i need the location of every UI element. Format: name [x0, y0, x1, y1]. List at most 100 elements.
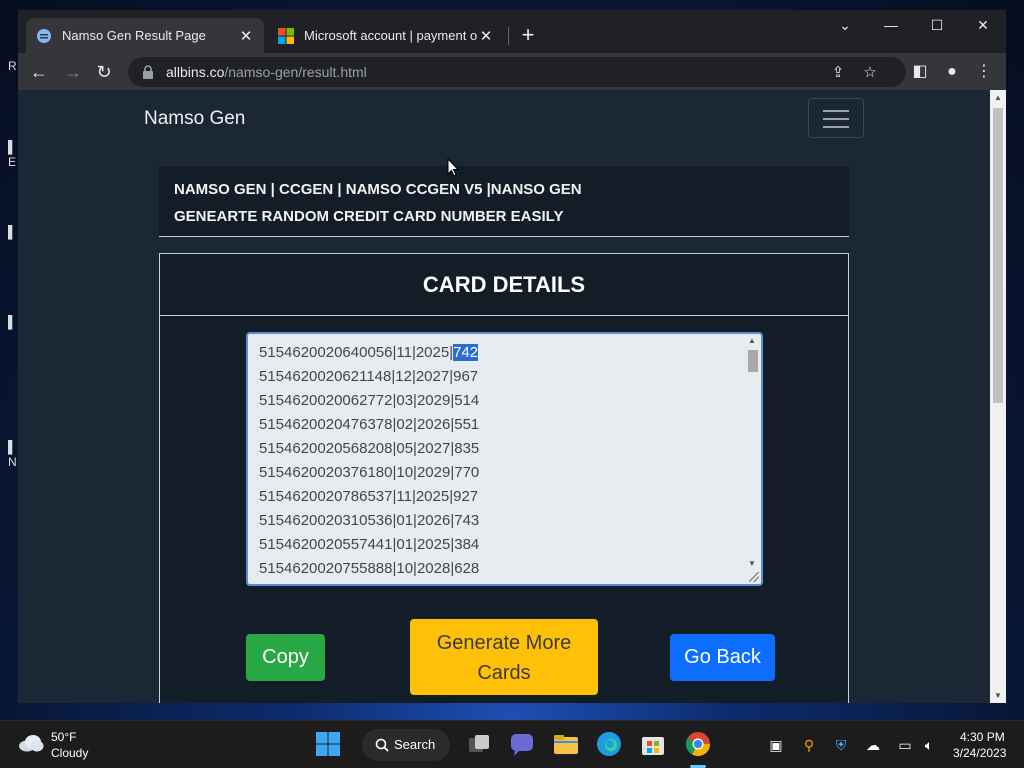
card-cvv-text: 514: [454, 392, 480, 409]
security-shield-icon[interactable]: ⛨: [831, 735, 851, 755]
tab-microsoft-account[interactable]: Microsoft account | payment opt ✕: [268, 18, 504, 53]
volume-icon[interactable]: 🔈︎: [919, 735, 939, 755]
search-magnifier-tray-icon[interactable]: ⚲: [799, 735, 819, 755]
card-cvv-text: 628: [454, 560, 480, 577]
scroll-up-arrow-icon[interactable]: ▲: [748, 336, 756, 345]
card-number-text: 5154620020062772|03|2029|: [259, 392, 455, 409]
minimize-button[interactable]: —: [868, 10, 914, 42]
card-cvv-text: 927: [453, 488, 479, 505]
forward-arrow-icon[interactable]: →: [60, 59, 86, 85]
card-line: 5154620020557441|01|2025|384: [259, 533, 479, 557]
card-cvv-text: 742: [453, 344, 479, 361]
page-scrollbar[interactable]: ▲ ▼: [990, 90, 1006, 703]
desktop-icons-strip: R ▌ E ▌ ▌ ▌ N: [8, 59, 17, 469]
card-cvv-text: 743: [454, 512, 480, 529]
tab-strip: Namso Gen Result Page ✕ Microsoft accoun…: [18, 10, 1006, 53]
back-arrow-icon[interactable]: ←: [26, 59, 52, 85]
card-line: 5154620020621148|12|2027|967: [259, 365, 479, 389]
card-line: 5154620020062772|03|2029|514: [259, 389, 479, 413]
resize-grip-icon[interactable]: [749, 572, 759, 582]
chat-icon[interactable]: [507, 729, 537, 759]
info-banner: NAMSO GEN | CCGEN | NAMSO CCGEN V5 |NANS…: [159, 166, 849, 237]
new-tab-button[interactable]: +: [514, 22, 542, 50]
page-scroll-thumb[interactable]: [993, 108, 1003, 403]
card-details-title: CARD DETAILS: [160, 254, 848, 316]
generate-label-line1: Generate More: [436, 632, 572, 654]
card-line: 5154620020310536|01|2026|743: [259, 509, 479, 533]
cloud-weather-icon[interactable]: [18, 734, 44, 752]
scroll-thumb[interactable]: [748, 350, 758, 372]
textarea-scrollbar[interactable]: ▲ ▼: [745, 334, 761, 584]
web-page: Namso Gen NAMSO GEN | CCGEN | NAMSO CCGE…: [18, 90, 990, 703]
onedrive-cloud-icon[interactable]: ☁: [863, 735, 883, 755]
go-back-button[interactable]: Go Back: [670, 634, 775, 681]
weather-temperature[interactable]: 50°F: [51, 730, 76, 744]
tab-search-chevron-icon[interactable]: ⌄: [822, 10, 868, 42]
generate-more-button[interactable]: Generate More Cards: [410, 619, 598, 695]
card-cvv-text: 967: [453, 368, 479, 385]
clock-time[interactable]: 4:30 PM: [960, 730, 1005, 744]
info-line-2: GENEARTE RANDOM CREDIT CARD NUMBER EASIL…: [174, 208, 564, 225]
windows-start-icon[interactable]: [313, 729, 343, 759]
tab-namso-gen[interactable]: Namso Gen Result Page ✕: [26, 18, 264, 53]
card-details-panel: CARD DETAILS 5154620020640056|11|2025|74…: [159, 253, 849, 703]
url-path: /namso-gen/result.html: [224, 64, 367, 80]
hamburger-menu-button[interactable]: [808, 98, 864, 138]
card-number-text: 5154620020376180|10|2029|: [259, 464, 455, 481]
chrome-icon[interactable]: [683, 729, 713, 759]
tab-divider: [508, 27, 509, 45]
scroll-down-arrow-icon[interactable]: ▼: [748, 559, 756, 568]
tab-title: Namso Gen Result Page: [62, 28, 206, 43]
copy-button[interactable]: Copy: [246, 634, 325, 681]
clock-date[interactable]: 3/24/2023: [953, 746, 1006, 760]
mouse-cursor-icon: [447, 158, 459, 177]
info-line-1: NAMSO GEN | CCGEN | NAMSO CCGEN V5 |NANS…: [174, 181, 582, 198]
card-number-text: 5154620020621148|12|2027|: [259, 368, 454, 385]
windows-taskbar: 50°F Cloudy Search ▣ ⚲ ⛨ ☁ ▭ 🔈︎ 4:30 PM …: [0, 720, 1024, 768]
more-menu-icon[interactable]: ⋮: [973, 61, 995, 83]
file-explorer-icon[interactable]: [551, 729, 581, 759]
star-bookmark-icon[interactable]: ☆: [860, 63, 880, 83]
tab-title: Microsoft account | payment opt: [304, 28, 478, 43]
weather-condition[interactable]: Cloudy: [51, 746, 88, 760]
address-bar[interactable]: allbins.co/namso-gen/result.html ⇪ ☆: [128, 57, 906, 87]
network-icon[interactable]: ▭: [895, 735, 915, 755]
card-line: 5154620020568208|05|2027|835: [259, 437, 479, 461]
microsoft-logo-icon: [278, 27, 294, 44]
card-number-text: 5154620020786537|11|2025|: [259, 488, 454, 505]
page-scroll-up-icon[interactable]: ▲: [993, 93, 1003, 102]
card-number-text: 5154620020755888|10|2028|: [259, 560, 455, 577]
taskbar-search[interactable]: Search: [362, 729, 450, 761]
edge-browser-icon[interactable]: [594, 729, 624, 759]
card-line: 5154620020376180|10|2029|770: [259, 461, 479, 485]
cards-list: 5154620020640056|11|2025|742 515462002062…: [259, 341, 479, 581]
reload-icon[interactable]: ↻: [91, 59, 117, 85]
site-brand[interactable]: Namso Gen: [144, 108, 245, 130]
globe-icon: [37, 28, 51, 43]
share-icon[interactable]: ⇪: [828, 63, 848, 83]
browser-toolbar: ← → ↻ allbins.co/namso-gen/result.html ⇪…: [18, 53, 1006, 90]
card-cvv-text: 835: [454, 440, 480, 457]
page-scroll-down-icon[interactable]: ▼: [993, 691, 1003, 700]
card-number-text: 5154620020640056|11|2025|: [259, 344, 454, 361]
card-line: 5154620020476378|02|2026|551: [259, 413, 479, 437]
card-line: 5154620020755888|10|2028|628: [259, 557, 479, 581]
task-view-icon[interactable]: [464, 729, 494, 759]
lock-icon: [143, 65, 153, 79]
card-number-text: 5154620020557441|01|2025|: [259, 536, 455, 553]
maximize-button[interactable]: ☐: [914, 10, 960, 42]
close-window-button[interactable]: ✕: [960, 10, 1006, 42]
cards-textarea[interactable]: 5154620020640056|11|2025|742 515462002062…: [246, 332, 763, 586]
microsoft-store-icon[interactable]: [638, 729, 668, 759]
url-host: allbins.co: [166, 64, 225, 80]
card-line: 5154620020640056|11|2025|742: [259, 341, 479, 365]
close-tab-icon[interactable]: ✕: [238, 27, 254, 45]
card-number-text: 5154620020568208|05|2027|: [259, 440, 455, 457]
side-panel-icon[interactable]: ◧: [909, 61, 931, 83]
profile-icon[interactable]: ●: [941, 61, 963, 83]
card-number-text: 5154620020476378|02|2026|: [259, 416, 455, 433]
close-tab-icon[interactable]: ✕: [478, 27, 494, 45]
teams-icon[interactable]: ▣: [766, 735, 786, 755]
card-line: 5154620020786537|11|2025|927: [259, 485, 479, 509]
card-number-text: 5154620020310536|01|2026|: [259, 512, 455, 529]
